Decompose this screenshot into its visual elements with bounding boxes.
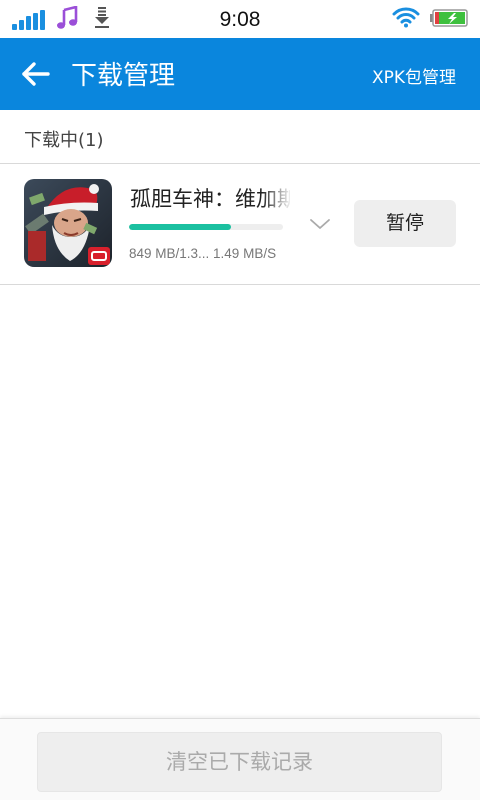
status-bar: 9:08 [0, 0, 480, 38]
downloading-section-label: 下载中(1) [24, 130, 104, 151]
download-progress-fill [129, 224, 231, 230]
clear-download-history-button[interactable]: 清空已下载记录 [37, 732, 442, 792]
section-header: 下载中(1) [0, 110, 480, 164]
page-title: 下载管理 [71, 61, 176, 91]
xpk-manage-button[interactable]: XPK包管理 [372, 63, 456, 88]
download-meta: 849 MB/1.3... 1.49 MB/S [129, 246, 277, 261]
chevron-down-icon[interactable] [308, 216, 332, 232]
app-name-fade [262, 180, 292, 212]
pause-button[interactable]: 暂停 [354, 200, 456, 247]
app-icon [24, 179, 112, 267]
arrow-left-icon[interactable] [14, 56, 54, 92]
wifi-icon [392, 7, 420, 28]
download-progress-bar [129, 224, 283, 230]
app-header: 下载管理 XPK包管理 [0, 38, 480, 110]
battery-charging-icon [430, 9, 468, 27]
bottom-bar: 清空已下载记录 [0, 718, 480, 800]
download-list-item[interactable]: 孤胆车神：维加斯 849 MB/1.3... 1.49 MB/S 暂停 [0, 164, 480, 285]
